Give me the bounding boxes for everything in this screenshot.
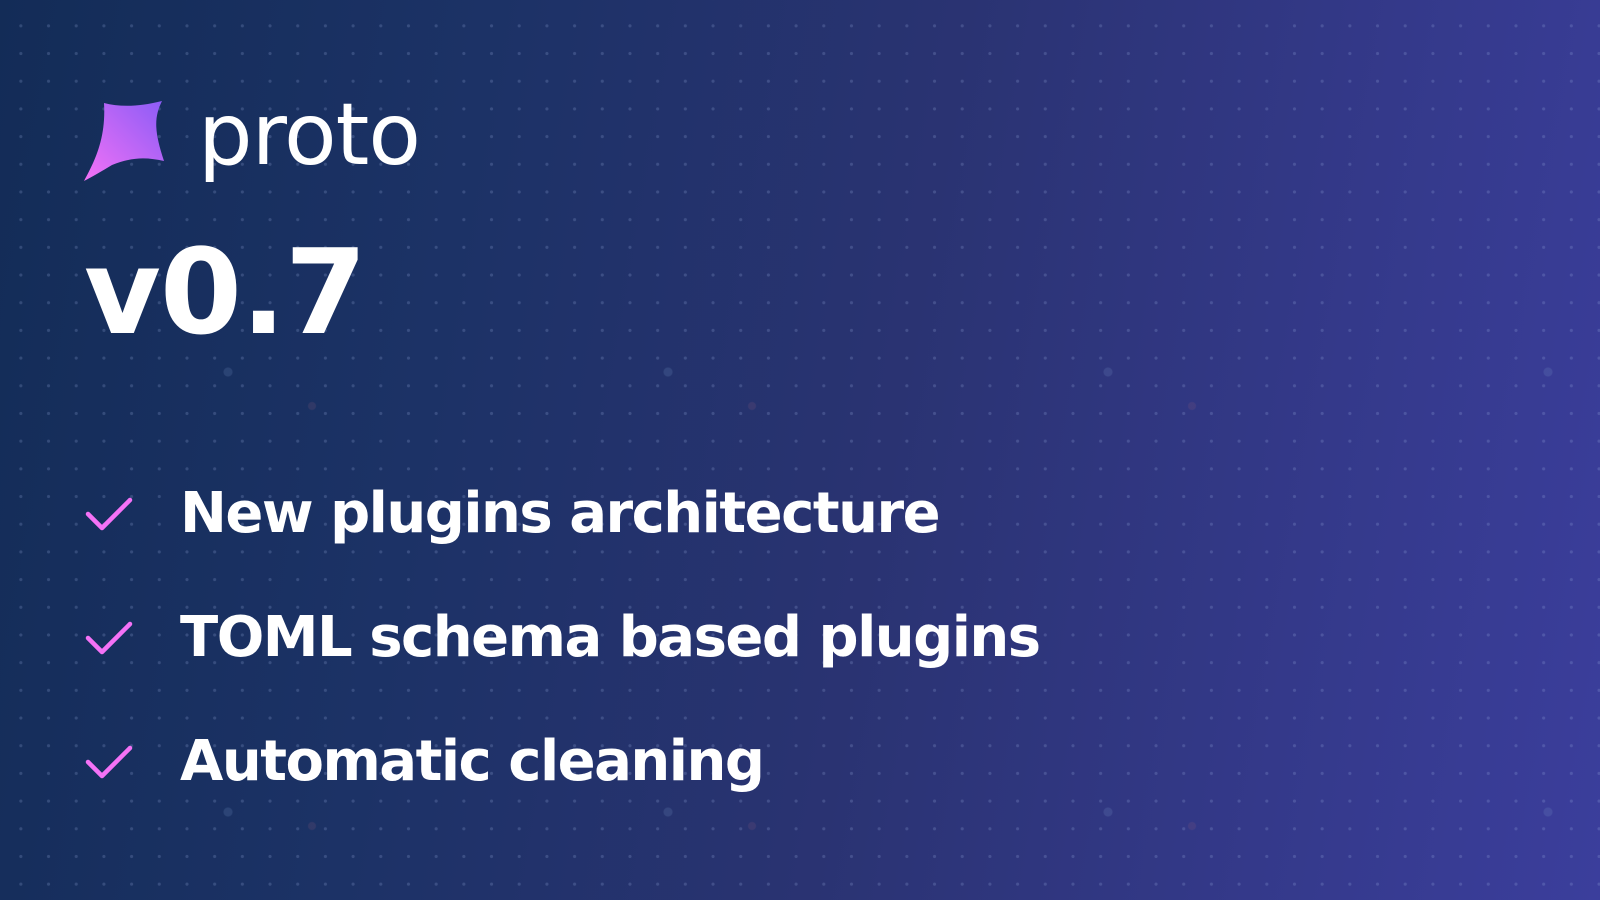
check-icon <box>85 497 133 531</box>
feature-label: TOML schema based plugins <box>180 605 1041 670</box>
check-icon <box>85 621 133 655</box>
version-title: v0.7 <box>84 223 367 361</box>
release-banner: proto v0.7 New plugins architecture TOML… <box>0 0 1600 900</box>
check-icon <box>85 745 133 779</box>
list-item: Automatic cleaning <box>84 700 1040 824</box>
feature-label: New plugins architecture <box>180 481 941 546</box>
list-item: TOML schema based plugins <box>84 576 1041 700</box>
brand-name: proto <box>198 85 421 185</box>
feature-label: Automatic cleaning <box>180 729 765 794</box>
star-icon <box>84 101 164 181</box>
feature-list: New plugins architecture TOML schema bas… <box>84 452 1041 824</box>
brand-logo: proto <box>84 92 421 186</box>
list-item: New plugins architecture <box>84 452 1040 576</box>
